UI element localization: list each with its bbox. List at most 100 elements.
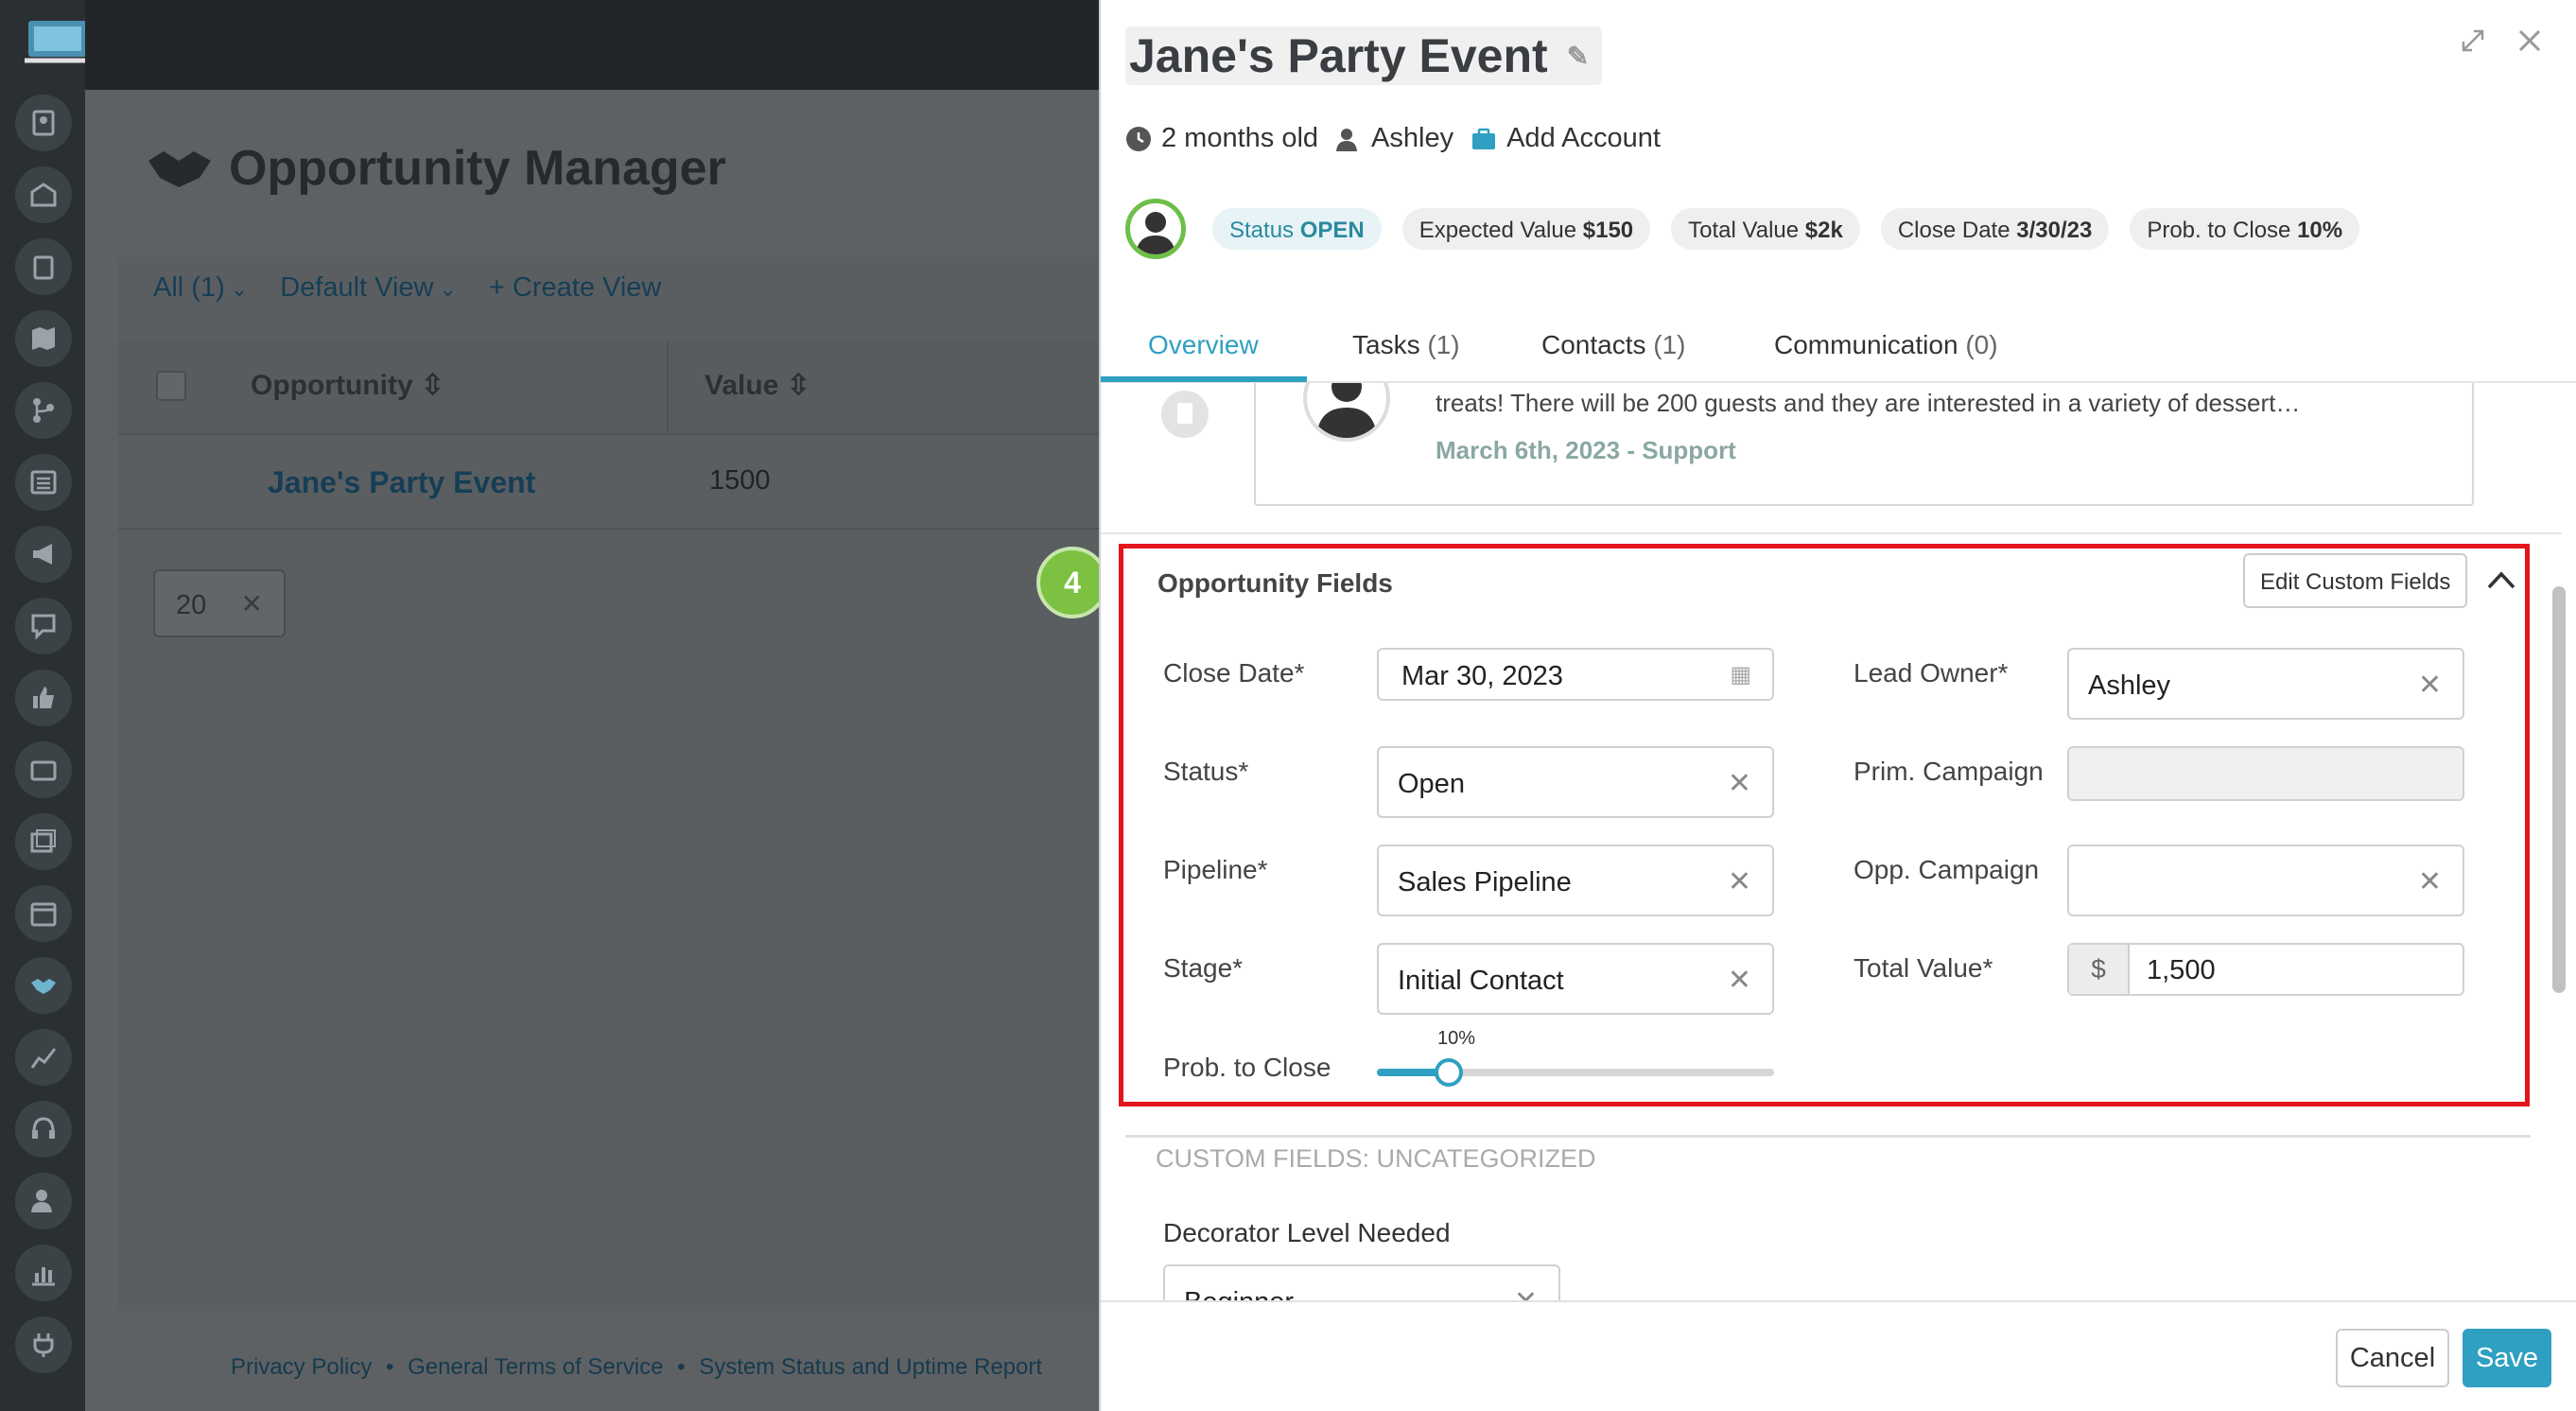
create-view-link[interactable]: + Create View <box>489 272 661 304</box>
age-info: 2 months old <box>1125 123 1318 154</box>
status-link[interactable]: System Status and Uptime Report <box>699 1354 1042 1380</box>
clear-icon[interactable]: ✕ <box>1728 964 1751 997</box>
clear-icon[interactable]: ✕ <box>2418 669 2442 702</box>
tv-icon[interactable] <box>15 741 72 798</box>
all-filter[interactable]: All (1) ⌄ <box>153 272 248 304</box>
stage-label: Stage* <box>1163 953 1244 983</box>
terms-link[interactable]: General Terms of Service <box>408 1354 663 1380</box>
prob-to-close-slider[interactable] <box>1377 1058 1774 1087</box>
gallery-icon[interactable] <box>15 813 72 870</box>
list-icon[interactable] <box>15 454 72 511</box>
reports-icon[interactable] <box>15 1245 72 1301</box>
slider-handle[interactable] <box>1435 1058 1463 1087</box>
growth-chart-icon[interactable] <box>15 1029 72 1086</box>
note-card[interactable]: treats! There will be 200 guests and the… <box>1254 383 2474 506</box>
status-badge: Status OPEN <box>1212 208 1382 250</box>
footer-separator: • <box>386 1354 394 1380</box>
opportunity-link[interactable]: Jane's Party Event <box>268 465 535 500</box>
value-cell: 1500 <box>709 465 771 496</box>
close-date-input[interactable]: Mar 30, 2023 ▦ <box>1377 648 1774 701</box>
scrollbar[interactable] <box>2552 586 2566 993</box>
thumbs-up-icon[interactable] <box>15 670 72 726</box>
add-account-link[interactable]: Add Account <box>1471 123 1661 154</box>
handshake-icon <box>147 142 213 198</box>
top-bar <box>85 0 1099 90</box>
pipeline-label: Pipeline* <box>1163 855 1268 884</box>
column-opportunity[interactable]: Opportunity ⇳ <box>251 369 444 402</box>
chevron-down-icon: ⌄ <box>230 277 249 301</box>
clear-icon[interactable]: ✕ <box>1728 865 1751 898</box>
chevron-down-icon: ⌄ <box>439 277 457 301</box>
clear-icon[interactable]: ✕ <box>1514 1285 1538 1300</box>
section-divider <box>1101 532 2562 534</box>
edit-custom-fields-button[interactable]: Edit Custom Fields <box>2243 553 2468 608</box>
workflow-icon[interactable] <box>15 382 72 439</box>
clipboard-icon[interactable] <box>15 238 72 295</box>
close-icon[interactable] <box>2515 26 2544 60</box>
meta-row: 2 months old Ashley Add Account <box>1125 123 1678 154</box>
chat-check-icon[interactable] <box>15 598 72 654</box>
prob-to-close-badge: Prob. to Close 10% <box>2130 208 2360 250</box>
save-button[interactable]: Save <box>2463 1329 2551 1387</box>
edit-pencil-icon[interactable]: ✎ <box>1567 41 1589 72</box>
lead-owner-label: Lead Owner* <box>1854 658 2009 688</box>
stage-select[interactable]: Initial Contact ✕ <box>1377 943 1774 1015</box>
step-number-badge: 4 <box>1036 547 1108 618</box>
headset-icon[interactable] <box>15 1101 72 1158</box>
total-value-text: 1,500 <box>2147 955 2216 985</box>
lead-owner-select[interactable]: Ashley ✕ <box>2067 648 2464 720</box>
calendar-icon[interactable]: ▦ <box>1730 661 1751 688</box>
user-admin-icon[interactable] <box>15 1173 72 1229</box>
plugin-icon[interactable] <box>15 1316 72 1373</box>
opportunity-fields-title: Opportunity Fields <box>1157 568 1393 598</box>
total-value-badge: Total Value $2k <box>1671 208 1860 250</box>
mail-icon[interactable] <box>15 166 72 223</box>
per-page-select[interactable]: 20 ✕ <box>153 569 286 637</box>
expand-icon[interactable] <box>2459 26 2487 60</box>
briefcase-icon <box>1472 128 1496 149</box>
opp-campaign-select[interactable]: ✕ <box>2067 845 2464 916</box>
select-all-checkbox[interactable] <box>156 371 186 401</box>
close-date-label: Close Date* <box>1163 658 1305 688</box>
active-tab-indicator <box>1101 376 1307 382</box>
total-value-input[interactable]: $ 1,500 <box>2067 943 2464 996</box>
owner-info[interactable]: Ashley <box>1335 123 1453 154</box>
tab-tasks[interactable]: Tasks (1) <box>1352 330 1460 360</box>
custom-fields-divider <box>1125 1135 2531 1138</box>
clear-icon[interactable]: ✕ <box>1728 767 1751 800</box>
tab-communication[interactable]: Communication (0) <box>1774 330 1998 360</box>
page-title: Opportunity Manager <box>229 141 726 196</box>
opportunity-drawer: Jane's Party Event ✎ 2 months old Ashley… <box>1099 0 2576 1411</box>
column-divider <box>667 340 669 435</box>
map-icon[interactable] <box>15 310 72 367</box>
chevron-up-icon[interactable] <box>2486 568 2516 596</box>
clock-icon <box>1126 126 1151 151</box>
footer-separator: • <box>677 1354 686 1380</box>
status-select[interactable]: Open ✕ <box>1377 746 1774 818</box>
cancel-button[interactable]: Cancel <box>2336 1329 2449 1387</box>
sort-icon: ⇳ <box>420 370 445 401</box>
privacy-link[interactable]: Privacy Policy <box>231 1354 372 1380</box>
opportunity-title[interactable]: Jane's Party Event ✎ <box>1125 26 1603 85</box>
table-row[interactable]: Jane's Party Event 1500 <box>118 435 1099 530</box>
calendar-icon[interactable] <box>15 885 72 942</box>
view-selector[interactable]: Default View ⌄ <box>280 272 457 304</box>
page-footer: Privacy Policy • General Terms of Servic… <box>227 1354 1046 1381</box>
contacts-icon[interactable] <box>15 95 72 151</box>
decorator-level-select[interactable]: Beginner ✕ <box>1163 1264 1560 1300</box>
megaphone-icon[interactable] <box>15 526 72 583</box>
tab-contacts[interactable]: Contacts (1) <box>1541 330 1686 360</box>
prob-to-close-label: Prob. to Close <box>1163 1053 1332 1082</box>
opp-campaign-label: Opp. Campaign <box>1854 855 2040 884</box>
prim-campaign-label: Prim. Campaign <box>1854 757 2044 786</box>
overview-scroll-area[interactable]: treats! There will be 200 guests and the… <box>1101 383 2576 1300</box>
pipeline-select[interactable]: Sales Pipeline ✕ <box>1377 845 1774 916</box>
handshake-icon[interactable] <box>15 957 72 1014</box>
left-nav-rail <box>0 0 91 1411</box>
clear-icon[interactable]: ✕ <box>2418 865 2442 898</box>
clear-icon[interactable]: ✕ <box>241 588 263 619</box>
tab-overview[interactable]: Overview <box>1148 330 1259 360</box>
view-nav: All (1) ⌄ Default View ⌄ + Create View <box>153 272 661 304</box>
slider-value-label: 10% <box>1437 1028 1476 1049</box>
column-value[interactable]: Value ⇳ <box>705 369 810 402</box>
